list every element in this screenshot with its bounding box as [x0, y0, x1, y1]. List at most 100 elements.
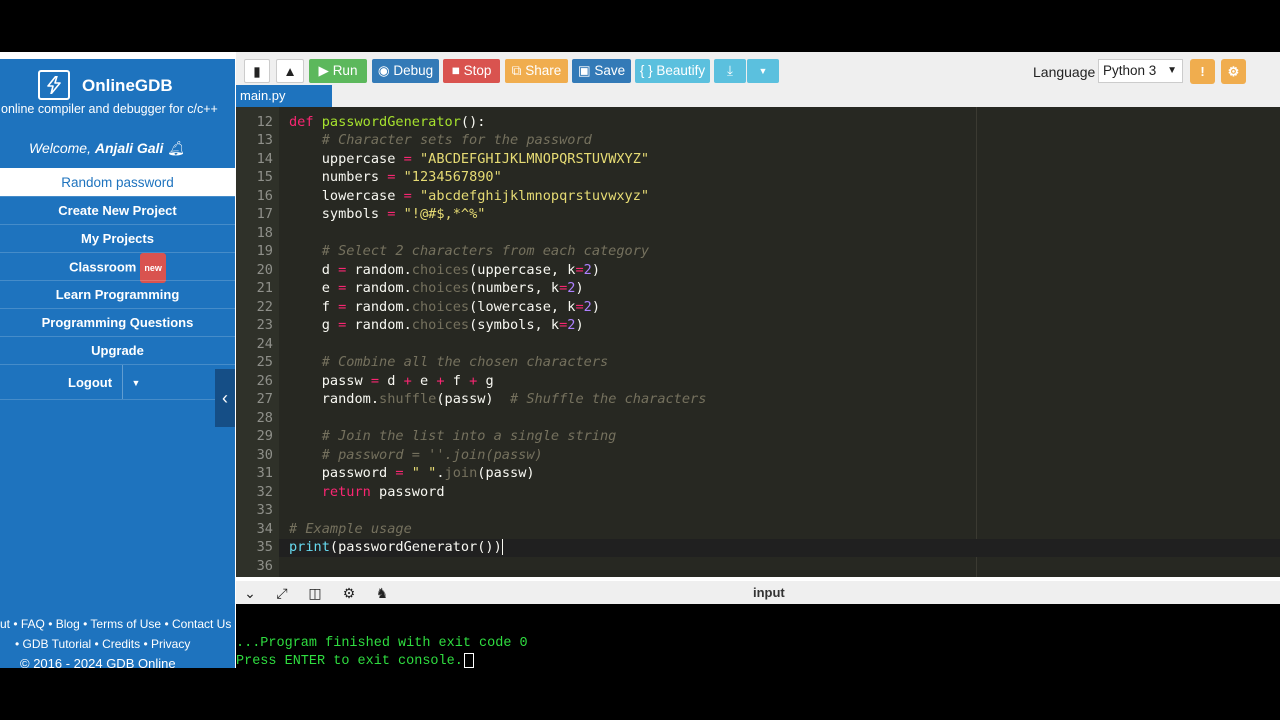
code-token: join: [444, 465, 478, 481]
sidebar-item-my-projects[interactable]: My Projects: [0, 224, 235, 252]
code-token: shuffle: [379, 391, 437, 407]
run-button[interactable]: ▶ Run: [309, 59, 367, 83]
code-token: lowercase: [289, 187, 404, 204]
sidebar-item-learn-programming[interactable]: Learn Programming: [0, 280, 235, 308]
download-button[interactable]: ⤓: [714, 59, 746, 83]
sidebar-item-programming-questions[interactable]: Programming Questions: [0, 308, 235, 336]
sidebar: OnlineGDB online compiler and debugger f…: [0, 59, 235, 668]
debug-button[interactable]: ◉ Debug: [372, 59, 439, 83]
code-token: choices: [411, 298, 470, 315]
logo-icon[interactable]: [38, 70, 70, 100]
console-toolbar: ⌄ ⤢ ◫ ⚙ ♞ input: [236, 581, 1280, 604]
sidebar-item-classroom[interactable]: Classroom new: [0, 252, 235, 283]
code-token: .: [436, 465, 445, 481]
code-line[interactable]: g = random.choices(symbols, k=2): [289, 317, 584, 333]
stop-button[interactable]: ■ Stop: [443, 59, 500, 83]
bell-icon[interactable]: 🔔︎: [167, 140, 185, 156]
line-number: 30: [256, 446, 273, 463]
expand-icon[interactable]: ⤢: [273, 584, 291, 602]
save-button[interactable]: ▣ Save: [572, 59, 631, 83]
sidebar-item-create-new-project[interactable]: Create New Project: [0, 196, 235, 224]
code-token: # password = ''.join(passw): [289, 446, 543, 463]
code-token: "ABCDEFGHIJKLMNOPQRSTUVWXYZ": [419, 150, 650, 167]
logout-row: Logout ▼: [0, 364, 235, 400]
code-token: (numbers, k: [469, 280, 560, 296]
collapse-console-icon[interactable]: ⌄: [241, 584, 259, 602]
code-line[interactable]: password = " ".join(passw): [289, 465, 535, 481]
sidebar-item-random-password[interactable]: Random password: [0, 168, 235, 196]
output-console[interactable]: ...Program finished with exit code 0 Pre…: [236, 604, 1280, 668]
brand-name[interactable]: OnlineGDB: [82, 76, 173, 96]
code-line[interactable]: # Join the list into a single string: [289, 428, 617, 444]
code-token: d: [289, 261, 339, 278]
share-button[interactable]: ⧉ Share: [505, 59, 568, 83]
sidebar-item-upgrade[interactable]: Upgrade: [0, 336, 235, 364]
user-name[interactable]: Anjali Gali: [95, 140, 163, 156]
info-icon[interactable]: !: [1190, 59, 1215, 84]
tab-main-py[interactable]: main.py: [236, 85, 332, 107]
code-line[interactable]: d = random.choices(uppercase, k=2): [289, 262, 600, 278]
code-line[interactable]: # Combine all the chosen characters: [289, 354, 608, 370]
code-token: e: [289, 280, 339, 296]
language-select[interactable]: Python 3 ▼: [1098, 59, 1183, 83]
download-dropdown-button[interactable]: ▼: [747, 59, 779, 83]
code-token: ): [591, 261, 601, 278]
code-line[interactable]: symbols = "!@#$,*^%": [289, 206, 486, 222]
code-line[interactable]: e = random.choices(numbers, k=2): [289, 280, 584, 296]
code-line[interactable]: numbers = "1234567890": [289, 169, 502, 185]
code-token: ): [575, 317, 584, 333]
upload-button[interactable]: ▲: [276, 59, 304, 83]
collapse-sidebar-icon[interactable]: ‹: [215, 369, 235, 427]
code-line[interactable]: # Character sets for the password: [289, 132, 592, 148]
code-token: d: [379, 372, 404, 389]
logout-dropdown-icon[interactable]: ▼: [122, 365, 149, 399]
code-line[interactable]: # password = ''.join(passw): [289, 447, 543, 463]
footer-links-line1[interactable]: ut • FAQ • Blog • Terms of Use • Contact…: [0, 617, 231, 631]
code-line[interactable]: f = random.choices(lowercase, k=2): [289, 299, 600, 315]
code-token: # Select 2 characters from each category: [289, 243, 650, 259]
line-number: 22: [256, 298, 273, 315]
code-token: return: [321, 483, 371, 500]
code-line[interactable]: uppercase = "ABCDEFGHIJKLMNOPQRSTUVWXYZ": [289, 151, 649, 167]
code-token: (passwordGenerator()): [329, 539, 502, 555]
share-label: Share: [525, 63, 562, 78]
chevron-down-icon: ▼: [758, 66, 768, 76]
settings-icon[interactable]: ⚙: [340, 584, 358, 602]
code-token: symbols: [289, 206, 388, 222]
logout-button[interactable]: Logout: [68, 365, 112, 401]
code-editor[interactable]: 1112131415161718192021222324252627282930…: [236, 107, 1280, 577]
code-token: g: [477, 372, 494, 389]
code-token: random.: [289, 391, 380, 407]
line-number: 14: [256, 150, 273, 167]
line-number: 19: [256, 243, 273, 259]
gear-icon[interactable]: ⚙: [1221, 59, 1246, 84]
code-token: random.: [346, 317, 412, 333]
code-line[interactable]: def passwordGenerator():: [289, 114, 485, 130]
code-line[interactable]: passw = d + e + f + g: [289, 373, 494, 389]
code-line[interactable]: lowercase = "abcdefghijklmnopqrstuvwxyz": [289, 188, 649, 204]
stop-icon: ■: [451, 63, 460, 78]
code-line[interactable]: # Select 2 characters from each category: [289, 243, 649, 259]
save-icon: ▣: [577, 63, 591, 78]
code-token: uppercase: [289, 150, 404, 167]
code-token: random.: [346, 298, 412, 315]
code-token: random.: [346, 261, 412, 278]
code-token: print: [289, 539, 330, 555]
line-number: 33: [256, 502, 273, 518]
code-token: def: [289, 113, 322, 130]
sidebar-item-label: Classroom: [69, 259, 137, 275]
new-badge: new: [140, 253, 166, 283]
line-number: 27: [256, 391, 273, 407]
beautify-button[interactable]: { } Beautify: [635, 59, 710, 83]
layout-icon[interactable]: ◫: [306, 584, 324, 602]
footer-links-line2[interactable]: • GDB Tutorial • Credits • Privacy: [15, 637, 190, 651]
code-line[interactable]: print(passwordGenerator()): [289, 539, 503, 555]
code-token: "!@#$,*^%": [403, 206, 486, 222]
code-line[interactable]: return password: [289, 484, 445, 500]
code-line[interactable]: # Example usage: [289, 521, 412, 537]
code-line[interactable]: random.shuffle(passw) # Shuffle the char…: [289, 391, 707, 407]
clear-console-icon[interactable]: ♞: [373, 584, 391, 602]
new-file-button[interactable]: ▮: [244, 59, 270, 83]
